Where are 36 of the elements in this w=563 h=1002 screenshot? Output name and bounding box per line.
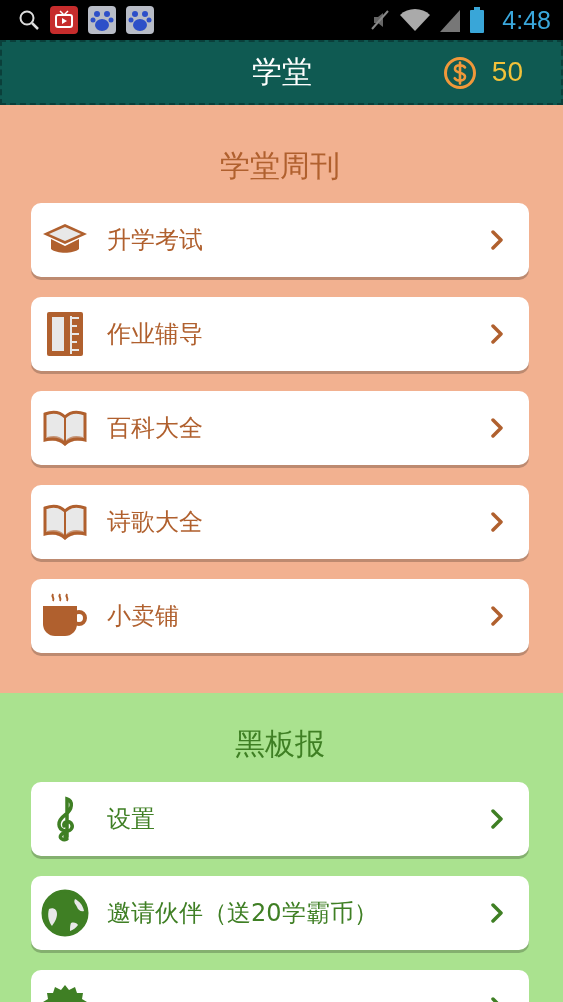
tv-app-icon — [50, 6, 78, 34]
menu-item[interactable]: 设置 — [31, 782, 529, 856]
globe-icon — [41, 889, 89, 937]
menu-item[interactable]: 邀请伙伴（送20学霸币） — [31, 876, 529, 950]
section-title: 黑板报 — [234, 725, 326, 763]
chevron-right-icon — [491, 606, 503, 626]
wifi-icon — [400, 8, 431, 32]
chevron-right-icon — [491, 809, 503, 829]
coin-icon — [443, 56, 477, 90]
chevron-right-icon — [491, 418, 503, 438]
menu-item[interactable]: 作业辅导 — [31, 297, 529, 371]
signal-icon — [440, 8, 461, 32]
page-title: 学堂 — [251, 53, 312, 91]
menu-item-label: 邀请伙伴（送20学霸币） — [107, 898, 379, 929]
menu-item[interactable]: 诗歌大全 — [31, 485, 529, 559]
muted-icon — [370, 9, 391, 31]
chevron-right-icon — [491, 230, 503, 250]
chevron-right-icon — [491, 324, 503, 344]
menu-item-label: 小卖铺 — [107, 601, 180, 632]
paw-app-icon — [88, 6, 116, 34]
section-title: 学堂周刊 — [219, 147, 341, 185]
search-icon[interactable] — [18, 9, 40, 31]
menu-item-label: 诗歌大全 — [107, 507, 204, 538]
menu-item[interactable]: 百科大全 — [31, 391, 529, 465]
battery-icon — [470, 7, 485, 33]
menu-item-label: 百科大全 — [107, 413, 204, 444]
chevron-right-icon — [491, 512, 503, 532]
menu-item[interactable]: 小卖铺 — [31, 579, 529, 653]
clock-time: 4:48 — [502, 5, 551, 35]
menu-item-label: 设置 — [107, 804, 156, 835]
menu-item[interactable]: 升学考试 — [31, 203, 529, 277]
chevron-right-icon — [491, 903, 503, 923]
paw-app-icon — [126, 6, 154, 34]
menu-item-label: 作业辅导 — [107, 319, 204, 350]
menu-item-label: 升学考试 — [107, 225, 204, 256]
coin-count: 50 — [491, 56, 523, 88]
